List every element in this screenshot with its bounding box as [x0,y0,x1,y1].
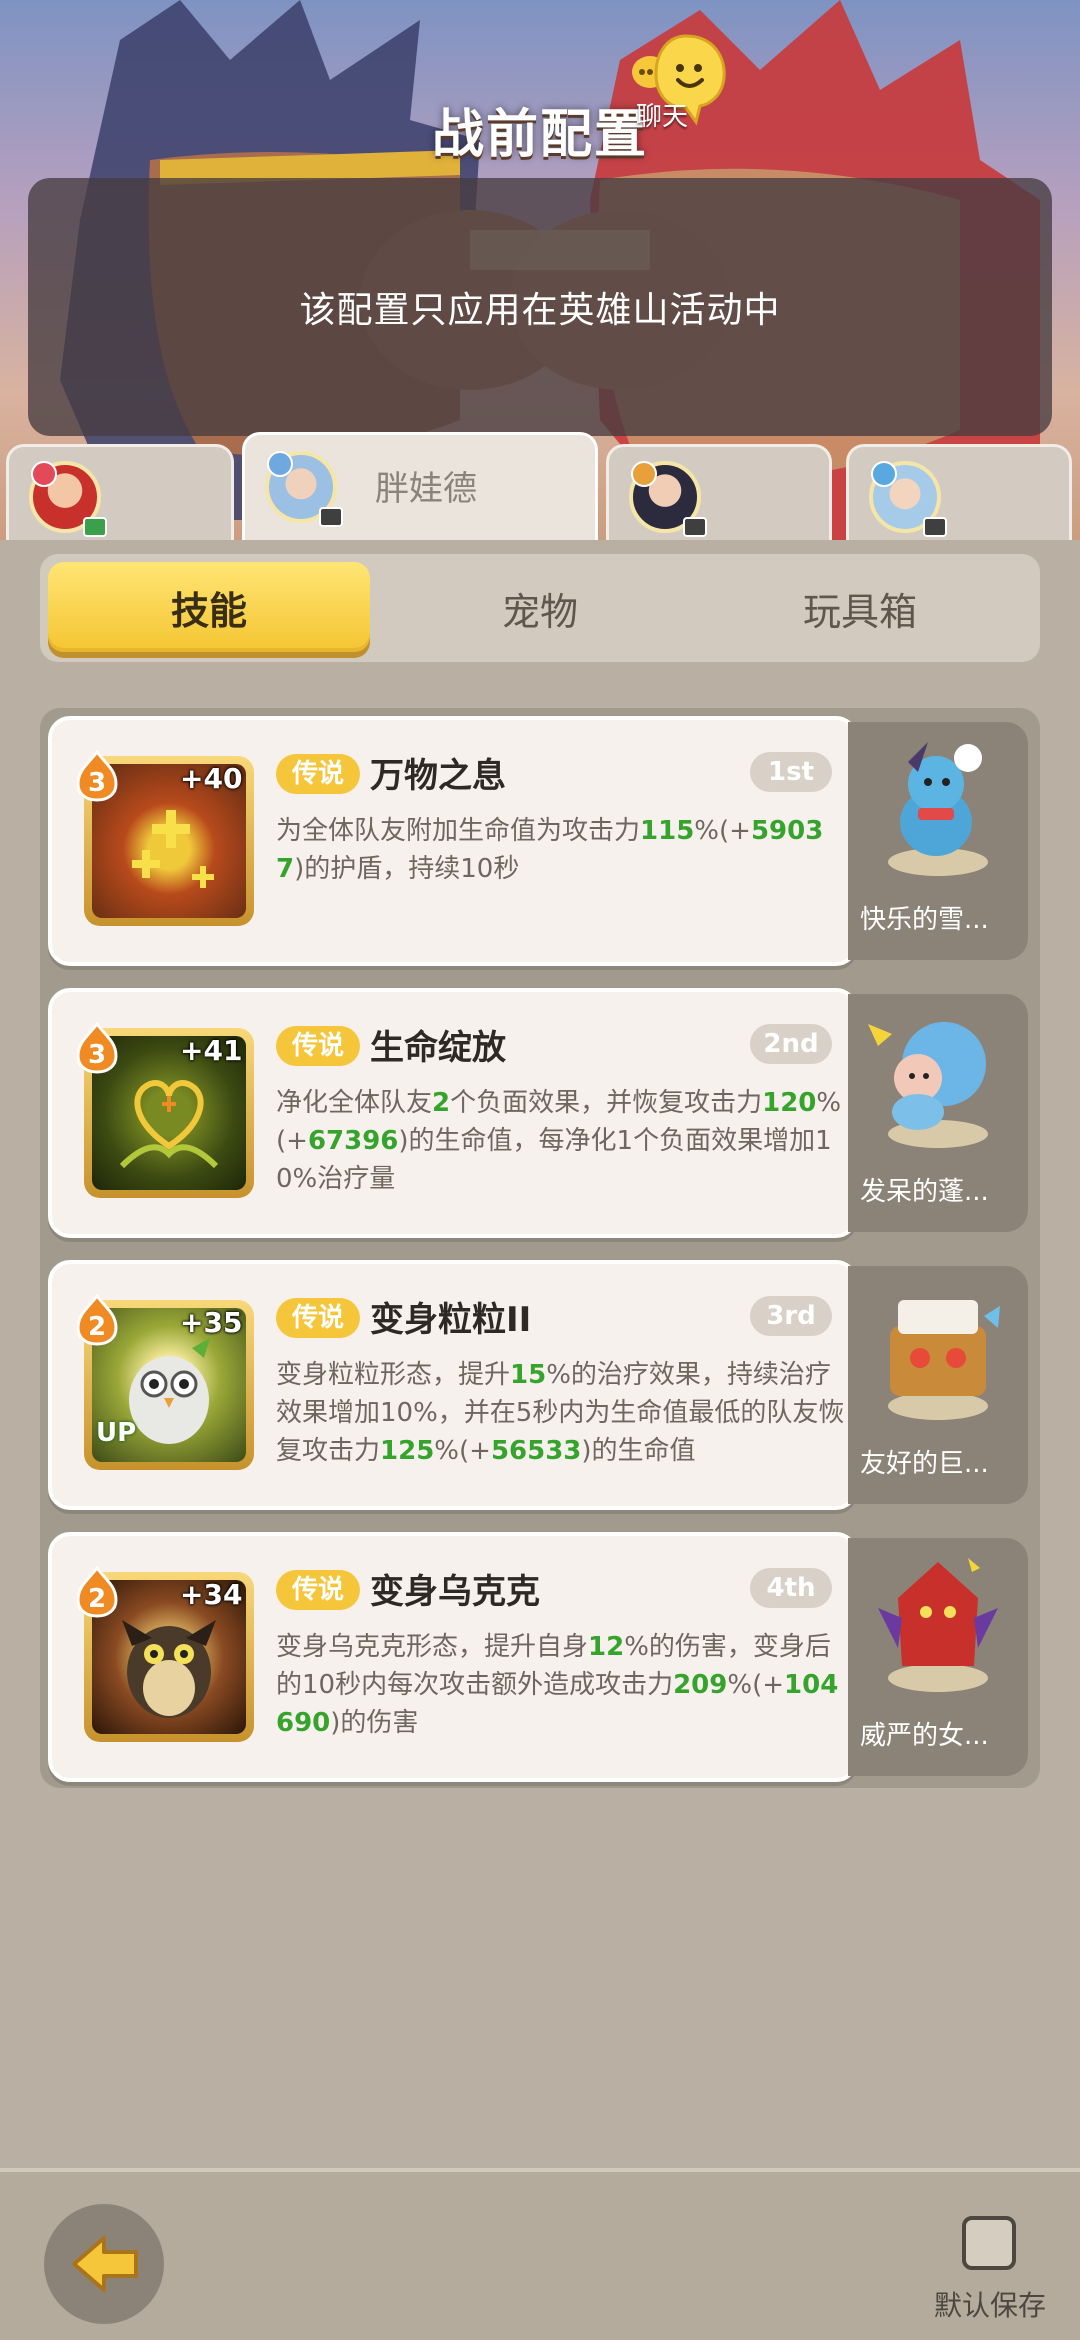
default-save-checkbox[interactable] [962,2216,1016,2270]
desc-value: 209 [673,1670,728,1700]
back-button[interactable] [44,2204,164,2324]
pet-slot[interactable]: 快乐的雪... [848,722,1028,960]
rarity-badge: 传说 [276,1026,360,1066]
desc-text: 净化全体队友 [276,1088,433,1118]
up-tag: UP [96,1418,137,1448]
rarity-badge: 传说 [276,1570,360,1610]
skill-desc: 净化全体队友2个负面效果，并恢复攻击力120%(+67396)的生命值，每净化1… [276,1084,846,1198]
rarity-badge: 传说 [276,1298,360,1338]
class-badge-icon [631,461,657,487]
status-icon [319,507,343,527]
bottom-bar: 默认保存 [0,2168,1080,2340]
hero-tab-4[interactable] [846,444,1072,540]
desc-text: )的护盾，持续10秒 [294,854,520,884]
page-title: 战前配置 [431,105,648,165]
desc-text: %(+ [727,1670,785,1700]
hero-tab-2[interactable]: 胖娃德 [242,432,598,542]
skill-level: 2 [87,1312,107,1342]
desc-value: 15 [510,1360,547,1390]
pet-slot[interactable]: 发呆的蓬... [848,994,1028,1232]
hero-tab-3[interactable] [606,444,832,540]
hero-tab-bar: 胖娃德 [0,432,1080,542]
pet-figure-icon [868,1022,988,1148]
skill-plus: +34 [180,1578,243,1611]
desc-text: %(+ [434,1436,491,1466]
desc-value: 120 [762,1088,817,1118]
desc-text: %(+ [694,816,751,846]
desc-text: 为全体队友附加生命值为攻击力 [276,816,641,846]
tab-toybox[interactable]: 玩具箱 [710,554,1010,662]
skill-plus: +40 [180,762,243,795]
skill-plus: +35 [180,1306,243,1339]
skill-card[interactable]: 3 +41 传说 生命绽放 2nd 净化全体队友2个负面效果，并恢复攻击力120… [48,988,858,1238]
desc-text: 变身粒粒形态，提升 [276,1360,511,1390]
status-icon [923,517,947,537]
hero-tab-1[interactable] [6,444,234,540]
status-icon [683,517,707,537]
skill-desc: 变身乌克克形态，提升自身12%的伤害，变身后的10秒内每次攻击额外造成攻击力20… [276,1628,846,1742]
skill-name: 变身乌克克 [370,1572,540,1612]
pet-name: 快乐的雪... [860,905,989,935]
skill-card[interactable]: 2 +35 UP 传说 变身粒粒II 3rd 变身粒粒形态，提升15%的治疗效果… [48,1260,858,1510]
rarity-badge: 传说 [276,754,360,794]
skill-card[interactable]: 2 +34 传说 变身乌克克 4th 变身乌克克形态，提升自身12%的伤害，变身… [48,1532,858,1782]
skill-name: 万物之息 [370,756,506,796]
class-badge-icon [31,461,57,487]
skill-plus: +41 [180,1034,243,1067]
notice-text: 该配置只应用在英雄山活动中 [299,290,781,331]
skill-card[interactable]: 3 +40 传说 万物之息 1st 为全体队友附加生命值为攻击力115%(+59… [48,716,858,966]
tab-pets[interactable]: 宠物 [390,554,690,662]
desc-text: 变身乌克克形态，提升自身 [276,1632,589,1662]
rank-badge: 2nd [750,1024,832,1064]
status-icon [83,517,107,537]
chat-label: 聊天 [636,102,689,132]
skill-level: 3 [87,768,107,798]
skill-row-1: 3 +40 传说 万物之息 1st 为全体队友附加生命值为攻击力115%(+59… [48,716,1028,966]
pet-name: 友好的巨... [860,1449,989,1479]
skill-level: 2 [87,1584,107,1614]
rank-badge: 1st [750,752,832,792]
desc-value: 12 [588,1632,625,1662]
tab-skills[interactable]: 技能 [48,562,370,652]
skill-desc: 变身粒粒形态，提升15%的治疗效果，持续治疗效果增加10%，并在5秒内为生命值最… [276,1356,846,1470]
desc-value: 2 [432,1088,451,1118]
rank-badge: 4th [750,1568,832,1608]
pet-figure-icon [888,1300,1000,1420]
pet-slot[interactable]: 威严的女... [848,1538,1028,1776]
skill-row-2: 3 +41 传说 生命绽放 2nd 净化全体队友2个负面效果，并恢复攻击力120… [48,988,1028,1238]
notice-box: 该配置只应用在英雄山活动中 [28,178,1052,436]
desc-text: 个负面效果，并恢复攻击力 [450,1088,763,1118]
desc-text: )的生命值 [581,1436,696,1466]
desc-value: 115 [640,816,695,846]
desc-value: 56533 [490,1436,582,1466]
back-arrow-icon [72,2236,138,2292]
skill-row-4: 2 +34 传说 变身乌克克 4th 变身乌克克形态，提升自身12%的伤害，变身… [48,1532,1028,1782]
class-badge-icon [267,451,293,477]
skill-name: 变身粒粒II [370,1300,532,1340]
desc-value: 67396 [307,1126,399,1156]
hero-name: 胖娃德 [375,469,477,509]
desc-text: )的伤害 [330,1708,419,1738]
rank-badge: 3rd [750,1296,832,1336]
pet-figure-icon [878,1558,998,1692]
pet-name: 发呆的蓬... [860,1177,989,1207]
default-save-label: 默认保存 [934,2289,1047,2322]
skill-desc: 为全体队友附加生命值为攻击力115%(+59037)的护盾，持续10秒 [276,812,846,888]
pet-figure-icon [888,742,988,876]
pet-name: 威严的女... [860,1721,989,1751]
skill-name: 生命绽放 [370,1028,506,1068]
config-panel: 技能 宠物 玩具箱 3 +40 传说 万物之息 1st 为全体队友附加生命值为攻… [0,540,1080,2170]
class-badge-icon [871,461,897,487]
skill-level: 3 [87,1040,107,1070]
skill-row-3: 2 +35 UP 传说 变身粒粒II 3rd 变身粒粒形态，提升15%的治疗效果… [48,1260,1028,1510]
desc-value: 125 [380,1436,435,1466]
category-tab-bar: 技能 宠物 玩具箱 [40,554,1040,662]
pet-slot[interactable]: 友好的巨... [848,1266,1028,1504]
